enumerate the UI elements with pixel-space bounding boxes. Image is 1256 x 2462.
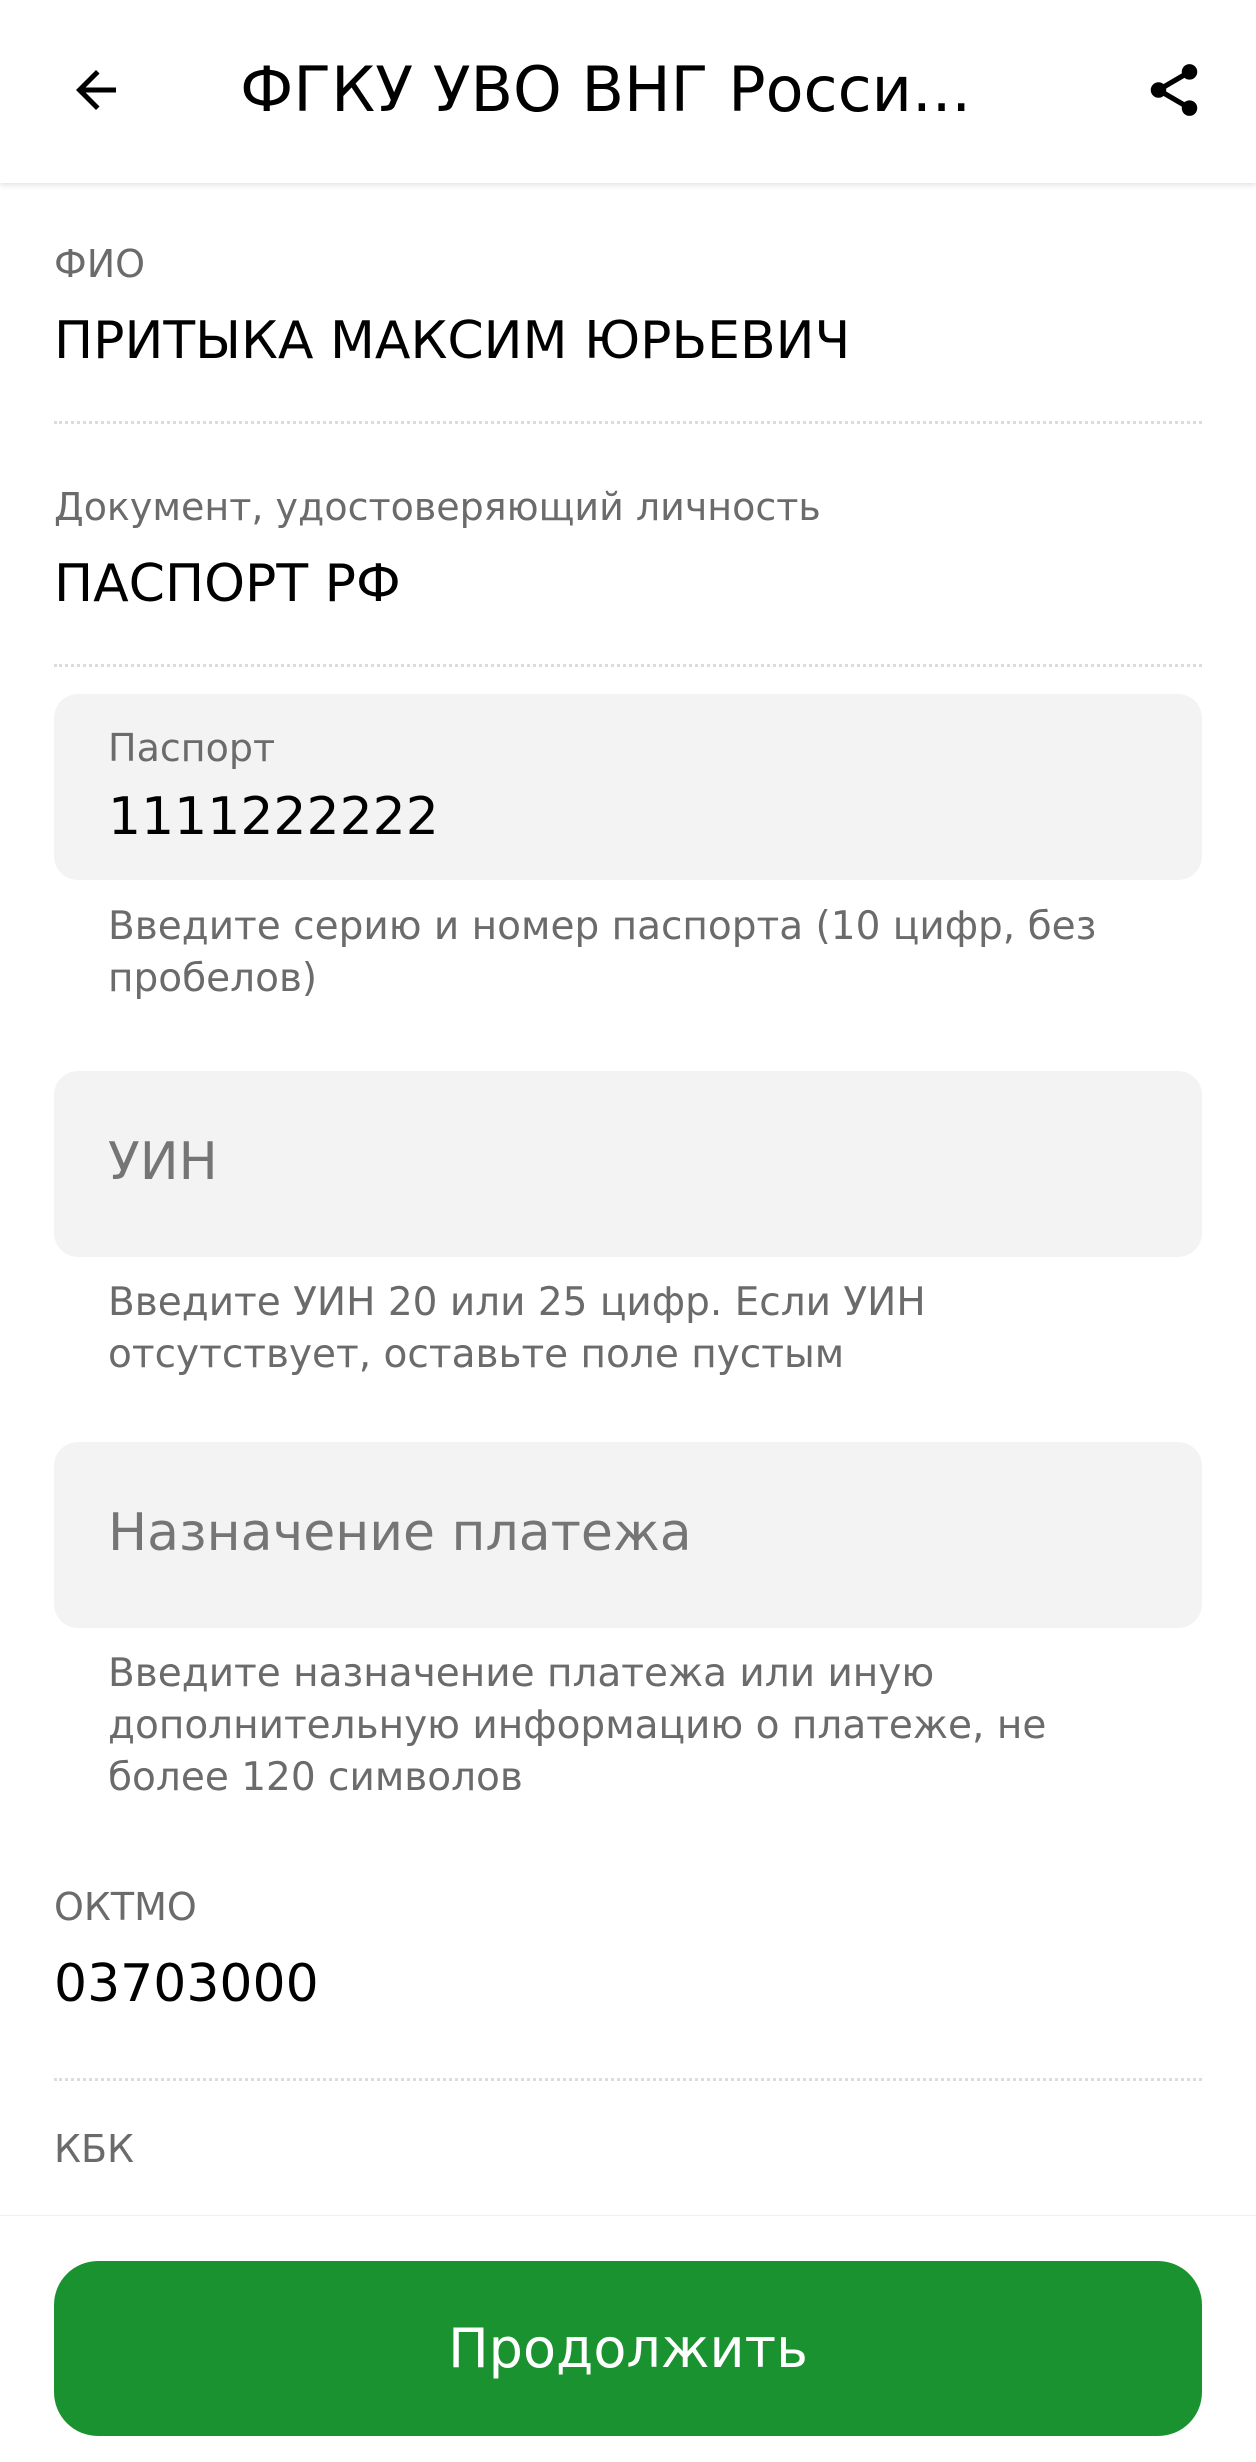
oktmo-value: 03703000	[54, 1954, 319, 2014]
payment-purpose-hint: Введите назначение платежа или иную допо…	[108, 1651, 1047, 1800]
document-field: Документ, удостоверяющий личность ПАСПОР…	[54, 483, 1202, 617]
uin-input[interactable]: УИН	[54, 1071, 1202, 1257]
kbk-label: КБК	[54, 2127, 135, 2171]
document-value: ПАСПОРТ РФ	[54, 554, 401, 614]
kbk-field: КБК	[54, 2125, 1202, 2173]
page-title: ФГКУ УВО ВНГ Росси...	[240, 53, 972, 126]
fio-field: ФИО ПРИТЫКА МАКСИМ ЮРЬЕВИЧ	[54, 240, 1202, 374]
divider	[54, 2078, 1202, 2081]
bottom-action-bar: Продолжить	[0, 2215, 1256, 2462]
payment-purpose-input[interactable]: Назначение платежа	[54, 1442, 1202, 1628]
back-button[interactable]	[54, 48, 138, 132]
fio-value: ПРИТЫКА МАКСИМ ЮРЬЕВИЧ	[54, 311, 851, 371]
passport-hint: Введите серию и номер паспорта (10 цифр,…	[108, 904, 1097, 1001]
oktmo-label: ОКТМО	[54, 1885, 197, 1929]
fio-label: ФИО	[54, 242, 146, 286]
divider	[54, 421, 1202, 424]
share-button[interactable]	[1132, 48, 1216, 132]
oktmo-field: ОКТМО 03703000	[54, 1883, 1202, 2017]
divider	[54, 664, 1202, 667]
share-icon	[1150, 64, 1198, 116]
passport-value[interactable]: 1111222222	[108, 784, 439, 850]
form-content[interactable]: ФИО ПРИТЫКА МАКСИМ ЮРЬЕВИЧ Документ, удо…	[0, 183, 1256, 2215]
arrow-left-icon	[76, 70, 116, 110]
continue-button[interactable]: Продолжить	[54, 2261, 1202, 2436]
passport-input[interactable]: Паспорт 1111222222	[54, 694, 1202, 880]
payment-purpose-placeholder[interactable]: Назначение платежа	[108, 1500, 692, 1566]
passport-label: Паспорт	[108, 726, 276, 770]
app-header: ФГКУ УВО ВНГ Росси...	[0, 0, 1256, 183]
uin-placeholder[interactable]: УИН	[108, 1129, 218, 1195]
document-label: Документ, удостоверяющий личность	[54, 485, 821, 529]
uin-hint: Введите УИН 20 или 25 цифр. Если УИН отс…	[108, 1280, 926, 1377]
